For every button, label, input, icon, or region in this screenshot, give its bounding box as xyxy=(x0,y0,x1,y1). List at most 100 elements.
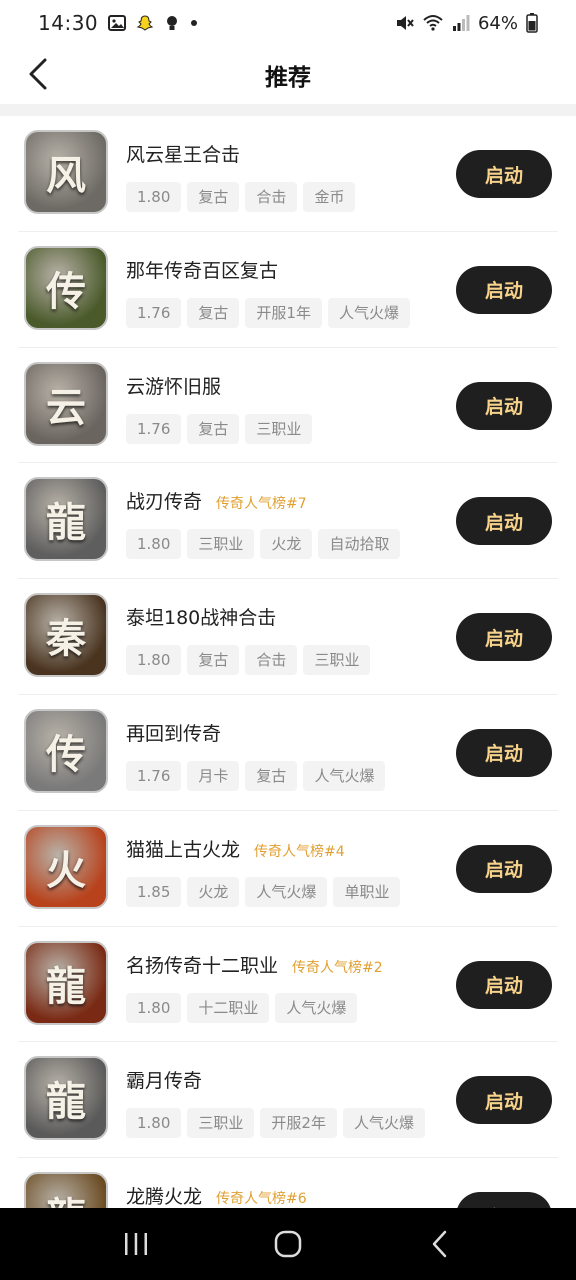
signal-icon xyxy=(452,14,470,32)
tag: 复古 xyxy=(187,413,240,444)
tag: 开服2年 xyxy=(260,1108,337,1139)
battery-percent: 64% xyxy=(477,12,518,34)
tag-list: 1.85 火龙 人气火爆 单职业 xyxy=(126,876,401,907)
game-icon[interactable]: 龍 xyxy=(24,477,108,562)
tag: 开服1年 xyxy=(245,297,322,328)
game-list-item[interactable]: 秦 泰坦180战神合击 1.80 复古 合击 三职业 启动 xyxy=(18,579,558,695)
gallery-icon xyxy=(108,14,127,32)
tag: 1.76 xyxy=(126,760,182,791)
game-title[interactable]: 风云星王合击 xyxy=(126,140,240,167)
tag: 人气火爆 xyxy=(342,1108,425,1139)
launch-button[interactable]: 启动 xyxy=(456,265,552,314)
game-icon-glyph: 传 xyxy=(46,267,86,315)
game-list-item[interactable]: 传 那年传奇百区复古 1.76 复古 开服1年 人气火爆 启动 xyxy=(18,232,558,348)
game-list-item[interactable]: 龍 名扬传奇十二职业 传奇人气榜#2 1.80 十二职业 人气火爆 启动 xyxy=(18,927,558,1043)
game-icon[interactable]: 秦 xyxy=(24,593,108,678)
rank-badge: 传奇人气榜#6 xyxy=(216,1191,307,1208)
tag: 1.80 xyxy=(126,529,182,560)
game-list-item[interactable]: 龍 战刃传奇 传奇人气榜#7 1.80 三职业 火龙 自动拾取 启动 xyxy=(18,463,558,580)
status-left: 14:30 xyxy=(38,11,198,35)
game-title[interactable]: 猫猫上古火龙 xyxy=(126,835,240,862)
launch-button[interactable]: 启动 xyxy=(456,844,552,893)
game-icon[interactable]: 龍 xyxy=(24,940,108,1025)
tag: 合击 xyxy=(245,645,298,676)
game-icon-glyph: 火 xyxy=(46,846,86,894)
game-icon-glyph: 秦 xyxy=(46,615,86,663)
tag: 复古 xyxy=(187,645,240,676)
game-list: 风风云星王合击 1.80 复古 合击 金币 启动传那年传奇百区复古 1.76 复古 开服1年 人气… xyxy=(0,116,576,1208)
game-title[interactable]: 那年传奇百区复古 xyxy=(126,256,278,283)
header: 推荐 xyxy=(0,46,576,104)
launch-button[interactable]: 启动 xyxy=(456,150,552,198)
recent-apps-icon xyxy=(125,1233,147,1255)
tag-list: 1.80 复古 合击 三职业 xyxy=(126,645,371,676)
launch-button[interactable]: 启动 xyxy=(456,1192,552,1208)
launch-button[interactable]: 启动 xyxy=(456,728,552,777)
game-list-item[interactable]: 传 再回到传奇 1.76 月卡 复古 人气火爆 启动 xyxy=(18,695,558,811)
tag: 合击 xyxy=(245,182,298,212)
game-icon[interactable]: 火 xyxy=(24,824,108,909)
game-title-row: 再回到传奇 xyxy=(126,719,221,746)
tag: 十二职业 xyxy=(187,992,270,1023)
tag-list: 1.76 月卡 复古 人气火爆 xyxy=(126,760,386,791)
back-nav-icon xyxy=(432,1230,447,1258)
game-icon-glyph: 龍 xyxy=(46,499,86,547)
back-button[interactable] xyxy=(18,54,58,94)
game-title[interactable]: 名扬传奇十二职业 xyxy=(126,951,278,978)
game-title[interactable]: 泰坦180战神合击 xyxy=(126,603,276,630)
launch-button[interactable]: 启动 xyxy=(456,1076,552,1125)
home-button[interactable] xyxy=(258,1214,318,1274)
tag-list: 1.76 复古 开服1年 人气火爆 xyxy=(126,297,410,328)
system-nav-bar xyxy=(0,1208,576,1280)
game-list-item[interactable]: 云 云游怀旧服 1.76 复古 三职业 启动 xyxy=(18,348,558,464)
game-title-row: 云游怀旧服 xyxy=(126,372,221,399)
tag: 火龙 xyxy=(260,529,313,560)
game-icon[interactable]: 传 xyxy=(24,245,108,330)
game-list-item[interactable]: 风 风云星王合击 1.80 复古 合击 金币 启动 xyxy=(18,116,558,232)
tag: 单职业 xyxy=(333,876,401,907)
rank-badge: 传奇人气榜#4 xyxy=(254,843,345,860)
tag-list: 1.80 三职业 开服2年 人气火爆 xyxy=(126,1108,425,1139)
game-icon[interactable]: 传 xyxy=(24,708,108,793)
launch-button[interactable]: 启动 xyxy=(456,613,552,662)
game-icon[interactable]: 风 xyxy=(24,130,108,214)
tag: 人气火爆 xyxy=(327,297,410,328)
tag: 月卡 xyxy=(187,760,240,791)
launch-button[interactable]: 启动 xyxy=(456,960,552,1009)
game-list-item[interactable]: 龍 龙腾火龙传奇人气榜#6 启动 xyxy=(18,1158,558,1208)
header-divider xyxy=(0,104,576,116)
tag: 1.80 xyxy=(126,645,182,676)
game-icon-glyph: 龍 xyxy=(46,1185,86,1208)
game-title[interactable]: 龙腾火龙 xyxy=(126,1182,202,1208)
tag: 1.76 xyxy=(126,413,182,444)
game-icon-glyph: 传 xyxy=(46,730,86,778)
game-icon-glyph: 龍 xyxy=(46,962,86,1010)
game-title[interactable]: 战刃传奇 xyxy=(126,487,202,514)
recent-apps-button[interactable] xyxy=(106,1214,166,1274)
tag: 三职业 xyxy=(303,645,371,676)
game-title[interactable]: 再回到传奇 xyxy=(126,719,221,746)
tag-list: 1.80 三职业 火龙 自动拾取 xyxy=(126,529,401,560)
tag-list: 1.76 复古 三职业 xyxy=(126,413,313,444)
game-icon[interactable]: 龍 xyxy=(24,1172,108,1208)
page-title: 推荐 xyxy=(265,65,311,91)
tag: 三职业 xyxy=(245,413,313,444)
launch-button[interactable]: 启动 xyxy=(456,497,552,546)
game-icon-glyph: 龍 xyxy=(46,1078,86,1126)
tag: 1.76 xyxy=(126,297,182,328)
chevron-left-icon xyxy=(29,58,47,90)
game-title[interactable]: 霸月传奇 xyxy=(126,1066,202,1093)
status-bar: 14:30 64% xyxy=(0,0,576,46)
game-title[interactable]: 云游怀旧服 xyxy=(126,372,221,399)
game-list-item[interactable]: 火 猫猫上古火龙 传奇人气榜#4 1.85 火龙 人气火爆 单职业 启动 xyxy=(18,811,558,927)
tag: 火龙 xyxy=(187,876,240,907)
game-icon[interactable]: 云 xyxy=(24,361,108,446)
back-nav-button[interactable] xyxy=(410,1214,470,1274)
rank-badge: 传奇人气榜#2 xyxy=(292,959,383,976)
tag: 人气火爆 xyxy=(275,992,358,1023)
launch-button[interactable]: 启动 xyxy=(456,381,552,430)
battery-icon xyxy=(526,13,538,33)
game-list-item[interactable]: 龍 霸月传奇 1.80 三职业 开服2年 人气火爆 启动 xyxy=(18,1042,558,1159)
tag-list: 1.80 复古 合击 金币 xyxy=(126,182,356,212)
game-icon[interactable]: 龍 xyxy=(24,1056,108,1141)
